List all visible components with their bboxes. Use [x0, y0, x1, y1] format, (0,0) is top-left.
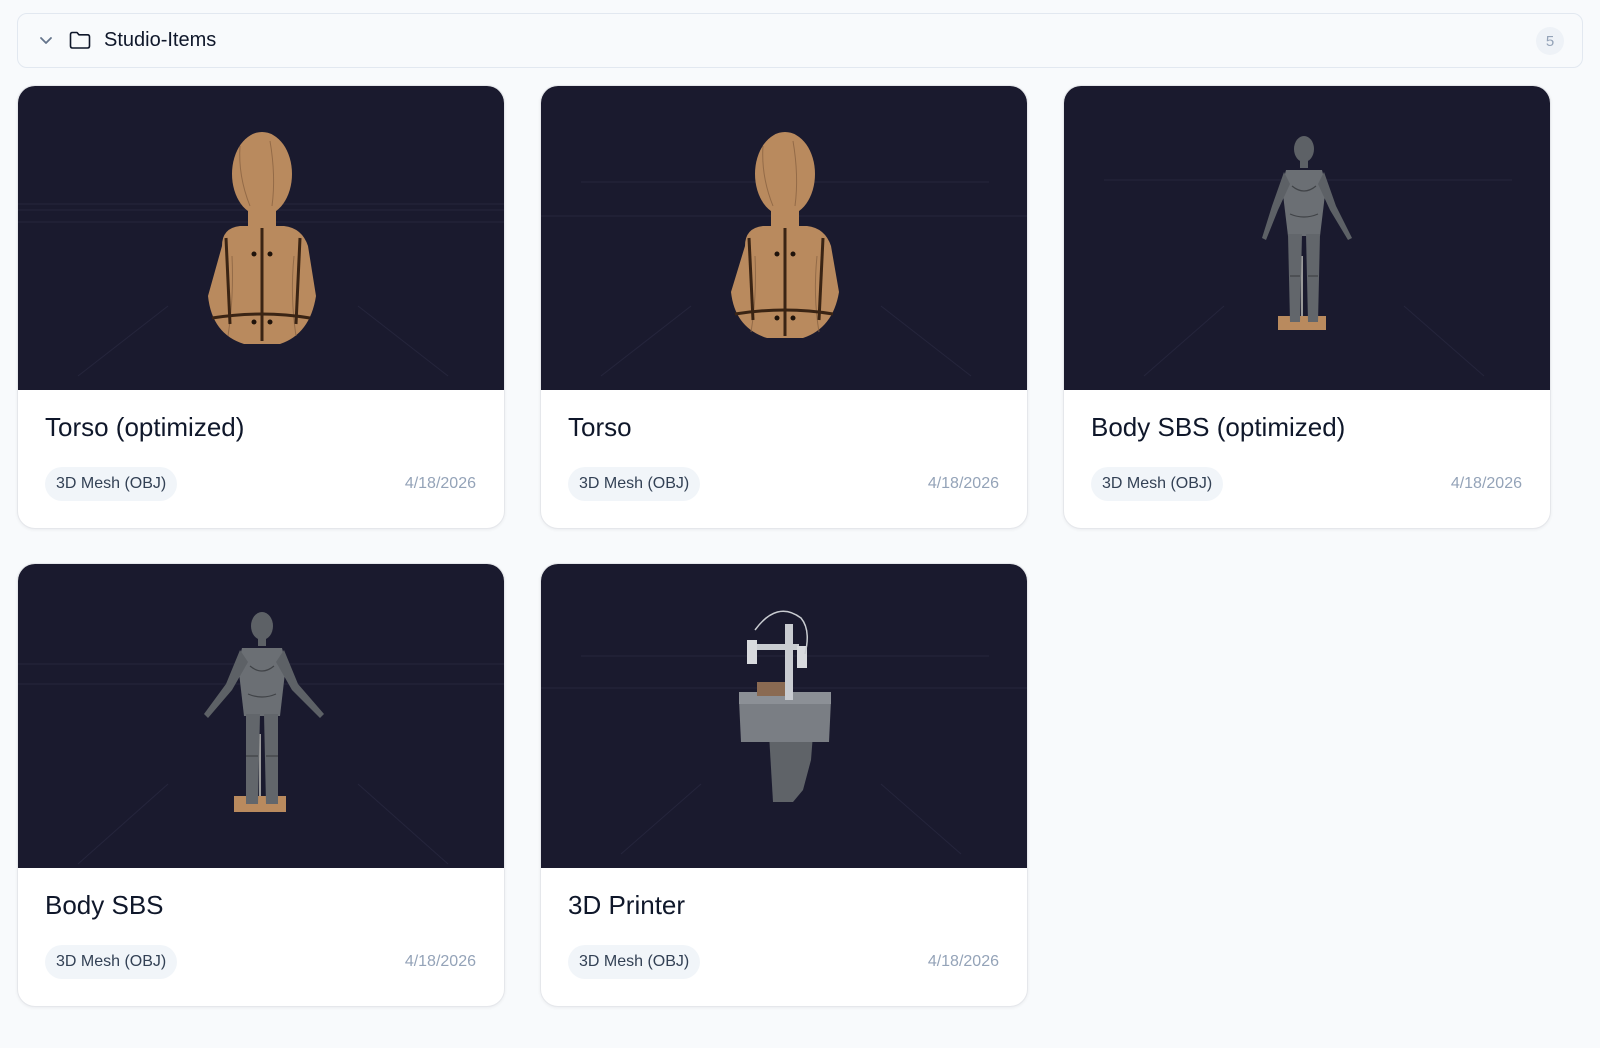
asset-type-badge: 3D Mesh (OBJ) — [1091, 467, 1224, 501]
chevron-down-icon[interactable] — [38, 32, 54, 48]
model-thumbnail — [18, 564, 504, 868]
torso-model — [208, 132, 316, 344]
asset-title: Body SBS (optimized) — [1091, 412, 1346, 442]
folder-name: Studio-Items — [104, 29, 217, 51]
model-thumbnail — [541, 564, 1027, 868]
torso-model — [731, 132, 839, 338]
asset-card[interactable]: 3D Printer 3D Mesh (OBJ) 4/18/2026 — [540, 563, 1028, 1007]
asset-title: Body SBS — [45, 890, 164, 920]
asset-type-badge: 3D Mesh (OBJ) — [568, 945, 701, 979]
model-thumbnail — [541, 86, 1027, 390]
body-model — [1262, 136, 1352, 330]
asset-card[interactable]: Body SBS (optimized) 3D Mesh (OBJ) 4/18/… — [1063, 85, 1551, 529]
asset-title: 3D Printer — [568, 890, 686, 920]
asset-type-badge: 3D Mesh (OBJ) — [45, 467, 178, 501]
asset-card[interactable]: Torso 3D Mesh (OBJ) 4/18/2026 — [540, 85, 1028, 529]
asset-title: Torso — [568, 412, 632, 442]
item-count-badge: 5 — [1536, 27, 1564, 55]
folder-header[interactable]: Studio-Items 5 — [17, 13, 1583, 68]
asset-type-badge: 3D Mesh (OBJ) — [45, 945, 178, 979]
asset-date: 4/18/2026 — [404, 475, 476, 492]
printer-model — [739, 610, 831, 802]
asset-card[interactable]: Torso (optimized) 3D Mesh (OBJ) 4/18/202… — [17, 85, 505, 529]
asset-date: 4/18/2026 — [927, 953, 999, 970]
asset-type-badge: 3D Mesh (OBJ) — [568, 467, 701, 501]
model-thumbnail — [1064, 86, 1550, 390]
asset-title: Torso (optimized) — [45, 412, 245, 442]
asset-card[interactable]: Body SBS 3D Mesh (OBJ) 4/18/2026 — [17, 563, 505, 1007]
asset-date: 4/18/2026 — [927, 475, 999, 492]
folder-icon — [69, 31, 91, 49]
body-model — [204, 612, 324, 812]
model-thumbnail — [18, 86, 504, 390]
asset-date: 4/18/2026 — [1450, 475, 1522, 492]
asset-date: 4/18/2026 — [404, 953, 476, 970]
